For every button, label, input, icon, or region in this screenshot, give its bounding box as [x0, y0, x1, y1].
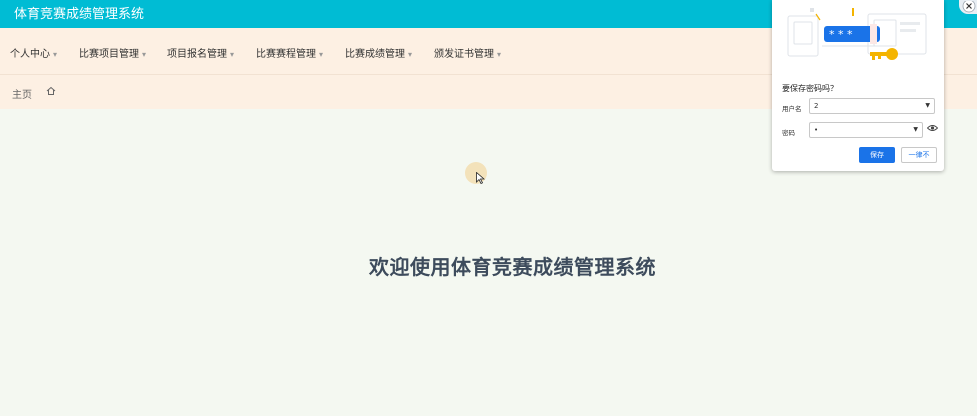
save-password-button[interactable]: 保存	[859, 147, 895, 163]
show-password-eye-icon[interactable]	[927, 124, 938, 132]
nav-event-management[interactable]: 比赛项目管理 ▾	[79, 45, 146, 60]
breadcrumb-home-link[interactable]: 主页	[12, 86, 32, 101]
app-title: 体育竞赛成绩管理系统	[14, 7, 145, 22]
chevron-down-icon: ▾	[319, 50, 324, 59]
never-save-button[interactable]: 一律不	[901, 147, 937, 163]
nav-item-label: 个人中心	[10, 49, 50, 60]
nav-score-management[interactable]: 比赛成绩管理 ▾	[345, 45, 412, 60]
nav-schedule-management[interactable]: 比赛赛程管理 ▾	[256, 45, 323, 60]
chevron-down-icon: ▾	[230, 50, 235, 59]
nav-item-label: 比赛项目管理	[79, 49, 139, 60]
nav-item-label: 颁发证书管理	[434, 49, 494, 60]
chevron-down-icon: ▾	[142, 50, 147, 59]
home-icon[interactable]	[46, 86, 56, 96]
close-icon	[962, 0, 976, 13]
password-key-illustration-icon: * * *	[787, 8, 927, 60]
nav-personal-center[interactable]: 个人中心 ▾	[10, 45, 57, 60]
password-value: •	[814, 126, 819, 134]
username-value: 2	[814, 102, 819, 110]
password-dropdown[interactable]: • ▼	[809, 122, 923, 138]
password-mask-glyphs: * * *	[829, 28, 853, 41]
save-password-dialog: * * * 要保存密码吗？ 用户名 2 ▼ 密码 • ▼ 保存 一律不	[772, 0, 944, 171]
username-dropdown[interactable]: 2 ▼	[809, 98, 935, 114]
chevron-down-icon: ▾	[497, 50, 502, 59]
mouse-pointer-icon	[476, 172, 485, 184]
welcome-heading: 欢迎使用体育竞赛成绩管理系统	[369, 255, 656, 279]
nav-registration-management[interactable]: 项目报名管理 ▾	[167, 45, 234, 60]
dropdown-arrow-icon: ▼	[925, 102, 930, 109]
password-label: 密码	[782, 129, 795, 137]
save-password-question: 要保存密码吗？	[782, 84, 838, 93]
username-label: 用户名	[782, 105, 802, 113]
close-popup-button[interactable]	[959, 0, 977, 14]
chevron-down-icon: ▾	[408, 50, 413, 59]
nav-item-label: 项目报名管理	[167, 49, 227, 60]
dropdown-arrow-icon: ▼	[913, 126, 918, 133]
nav-item-label: 比赛成绩管理	[345, 49, 405, 60]
nav-certificate-management[interactable]: 颁发证书管理 ▾	[434, 45, 501, 60]
nav-item-label: 比赛赛程管理	[256, 49, 316, 60]
chevron-down-icon: ▾	[53, 50, 58, 59]
